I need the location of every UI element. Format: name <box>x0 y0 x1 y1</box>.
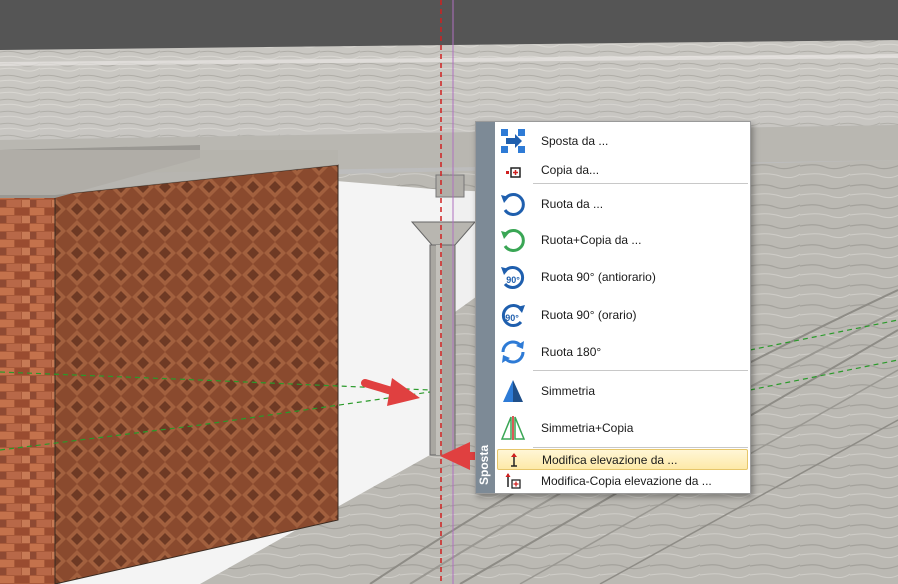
move-arrow-icon <box>497 128 529 154</box>
menu-item-rotate-copy-from[interactable]: Ruota+Copia da ... <box>497 222 748 258</box>
mirror-icon <box>497 378 529 404</box>
menu-item-label: Ruota 180° <box>541 345 602 359</box>
menu-item-label: Sposta da ... <box>541 134 609 148</box>
menu-item-label: Ruota da ... <box>541 197 604 211</box>
menu-item-label: Simmetria+Copia <box>541 421 634 435</box>
menu-item-mirror[interactable]: Simmetria <box>497 372 748 410</box>
menu-separator <box>533 183 748 184</box>
rotate-90-cw-icon: 90° <box>497 301 529 329</box>
menu-item-modify-copy-elevation[interactable]: Modifica-Copia elevazione da ... <box>497 470 748 491</box>
menu-item-label: Ruota 90° (antiorario) <box>541 270 656 284</box>
menu-item-label: Ruota 90° (orario) <box>541 308 637 322</box>
rotate-icon <box>497 191 529 217</box>
rotate-180-icon <box>497 338 529 366</box>
menu-item-rotate-180[interactable]: Ruota 180° <box>497 334 748 370</box>
menu-sidebar-title: Sposta <box>477 444 491 485</box>
menu-separator <box>533 447 748 448</box>
svg-text:90°: 90° <box>505 313 519 323</box>
menu-item-move-from[interactable]: Sposta da ... <box>497 124 748 158</box>
menu-item-rotate-90-cw[interactable]: 90° Ruota 90° (orario) <box>497 296 748 334</box>
menu-item-label: Ruota+Copia da ... <box>541 233 642 247</box>
elevation-copy-icon <box>497 472 529 490</box>
copy-from-icon <box>497 161 529 179</box>
menu-item-modify-elevation[interactable]: Modifica elevazione da ... <box>497 449 748 470</box>
menu-item-label: Simmetria <box>541 384 596 398</box>
menu-item-rotate-from[interactable]: Ruota da ... <box>497 186 748 222</box>
menu-item-rotate-90-ccw[interactable]: 90° Ruota 90° (antiorario) <box>497 258 748 296</box>
menu-item-label: Modifica elevazione da ... <box>542 452 678 467</box>
menu-item-mirror-copy[interactable]: Simmetria+Copia <box>497 410 748 446</box>
menu-item-copy-from[interactable]: Copia da... <box>497 158 748 182</box>
mirror-copy-icon <box>497 415 529 441</box>
menu-item-label: Modifica-Copia elevazione da ... <box>541 473 712 488</box>
menu-sidebar: Sposta <box>476 122 495 493</box>
context-menu: Sposta Sposta da ... Copia da... Ruota d… <box>475 121 751 494</box>
elevation-icon <box>498 452 530 468</box>
rotate-copy-icon <box>497 227 529 253</box>
3d-viewport[interactable] <box>0 0 898 584</box>
rotate-90-ccw-icon: 90° <box>497 263 529 291</box>
menu-item-label: Copia da... <box>541 163 600 177</box>
menu-separator <box>533 370 748 371</box>
menu-items: Sposta da ... Copia da... Ruota da ... R… <box>495 122 750 493</box>
svg-text:90°: 90° <box>506 275 520 285</box>
